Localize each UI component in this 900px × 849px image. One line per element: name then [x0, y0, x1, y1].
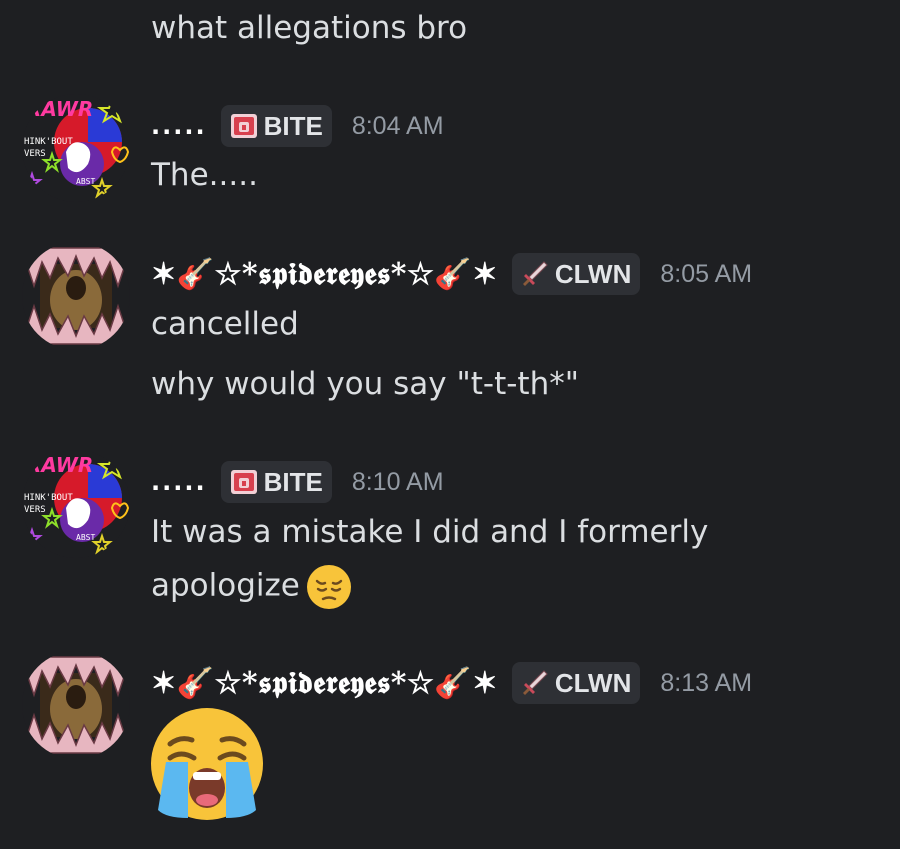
timestamp: 8:05 AM: [660, 259, 753, 288]
chat-message-list: what allegations bro RAWR HINK'BOUT VERS…: [0, 0, 900, 849]
avatar-rawr[interactable]: RAWR HINK'BOUT VERS ABST: [22, 94, 130, 202]
sword-icon: [522, 670, 548, 695]
clan-tag[interactable]: BITE: [220, 105, 332, 147]
tag-label: CLWN: [554, 258, 632, 289]
message-header: ..... BITE 8:10 AM: [151, 460, 444, 504]
message-text: It was a mistake I did and I formerly: [151, 514, 709, 550]
username[interactable]: ✶🎸☆*𝖘𝖕𝖎𝖉𝖊𝖗𝖊𝖞𝖊𝖘*☆🎸✶: [151, 257, 498, 292]
message-line: apologize: [151, 564, 352, 610]
svg-text:VERS: VERS: [24, 505, 46, 515]
svg-text:ABST: ABST: [76, 533, 95, 542]
rawr-avatar-icon: RAWR HINK'BOUT VERS ABST: [22, 450, 130, 558]
svg-text:ABST: ABST: [76, 177, 95, 186]
message-text: why would you say "t-t-th*": [151, 366, 579, 402]
clan-tag[interactable]: BITE: [220, 461, 332, 503]
loudly-crying-face-icon[interactable]: [148, 706, 266, 824]
fangs-avatar-icon: [22, 651, 130, 759]
fangs-avatar-icon: [22, 242, 130, 350]
timestamp: 8:04 AM: [351, 111, 444, 140]
message-header: ..... BITE 8:04 AM: [151, 104, 444, 148]
castle-icon: [230, 470, 257, 494]
svg-text:VERS: VERS: [24, 149, 46, 159]
message-text: cancelled: [151, 306, 299, 342]
clan-tag[interactable]: CLWN: [511, 253, 641, 295]
tag-label: BITE: [263, 466, 323, 497]
timestamp: 8:10 AM: [351, 467, 444, 496]
svg-text:RAWR: RAWR: [26, 453, 93, 477]
avatar-rawr[interactable]: RAWR HINK'BOUT VERS ABST: [22, 450, 130, 558]
message-text: what allegations bro: [151, 10, 468, 46]
timestamp: 8:13 AM: [660, 668, 753, 697]
sword-icon: [522, 261, 548, 286]
message-text: The.....: [151, 157, 258, 193]
message-header: ✶🎸☆*𝖘𝖕𝖎𝖉𝖊𝖗𝖊𝖞𝖊𝖘*☆🎸✶ CLWN 8:05 AM: [151, 252, 752, 296]
pensive-face-icon[interactable]: [306, 564, 352, 610]
svg-text:HINK'BOUT: HINK'BOUT: [24, 493, 73, 503]
svg-text:HINK'BOUT: HINK'BOUT: [24, 137, 73, 147]
avatar-spidereyes[interactable]: [22, 651, 130, 759]
message-text: apologize: [151, 567, 300, 604]
username[interactable]: ✶🎸☆*𝖘𝖕𝖎𝖉𝖊𝖗𝖊𝖞𝖊𝖘*☆🎸✶: [151, 666, 498, 701]
username[interactable]: .....: [151, 112, 207, 140]
tag-label: BITE: [263, 110, 323, 141]
svg-text:RAWR: RAWR: [26, 97, 93, 121]
tag-label: CLWN: [554, 667, 632, 698]
avatar-spidereyes[interactable]: [22, 242, 130, 350]
username[interactable]: .....: [151, 468, 207, 496]
clan-tag[interactable]: CLWN: [511, 662, 641, 704]
rawr-avatar-icon: RAWR HINK'BOUT VERS ABST: [22, 94, 130, 202]
castle-icon: [230, 114, 257, 138]
message-header: ✶🎸☆*𝖘𝖕𝖎𝖉𝖊𝖗𝖊𝖞𝖊𝖘*☆🎸✶ CLWN 8:13 AM: [151, 661, 752, 705]
